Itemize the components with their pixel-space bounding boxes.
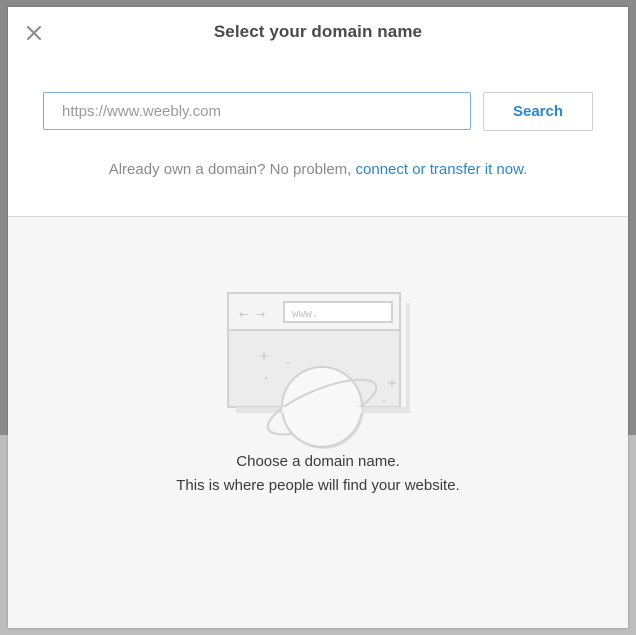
- empty-state-title: Choose a domain name.: [236, 453, 400, 470]
- illustration-back-arrow: ←: [239, 308, 248, 321]
- illustration-forward-arrow: →: [256, 308, 265, 321]
- existing-domain-hint: Already own a domain? No problem, connec…: [8, 161, 628, 178]
- hint-text: Already own a domain? No problem,: [108, 161, 356, 178]
- connect-transfer-link[interactable]: connect or transfer it now: [356, 161, 524, 178]
- empty-state-subtitle: This is where people will find your webs…: [176, 477, 460, 494]
- hint-period: .: [523, 161, 528, 178]
- dialog-title: Select your domain name: [213, 22, 423, 41]
- illustration-url-text: www.: [292, 309, 318, 321]
- domain-search-input[interactable]: [43, 92, 471, 130]
- dialog-header-section: Select your domain name Search Already o…: [8, 7, 628, 217]
- search-button[interactable]: Search: [483, 92, 593, 131]
- browser-planet-icon: www. ← →: [227, 292, 410, 449]
- domain-dialog: Select your domain name Search Already o…: [8, 7, 628, 628]
